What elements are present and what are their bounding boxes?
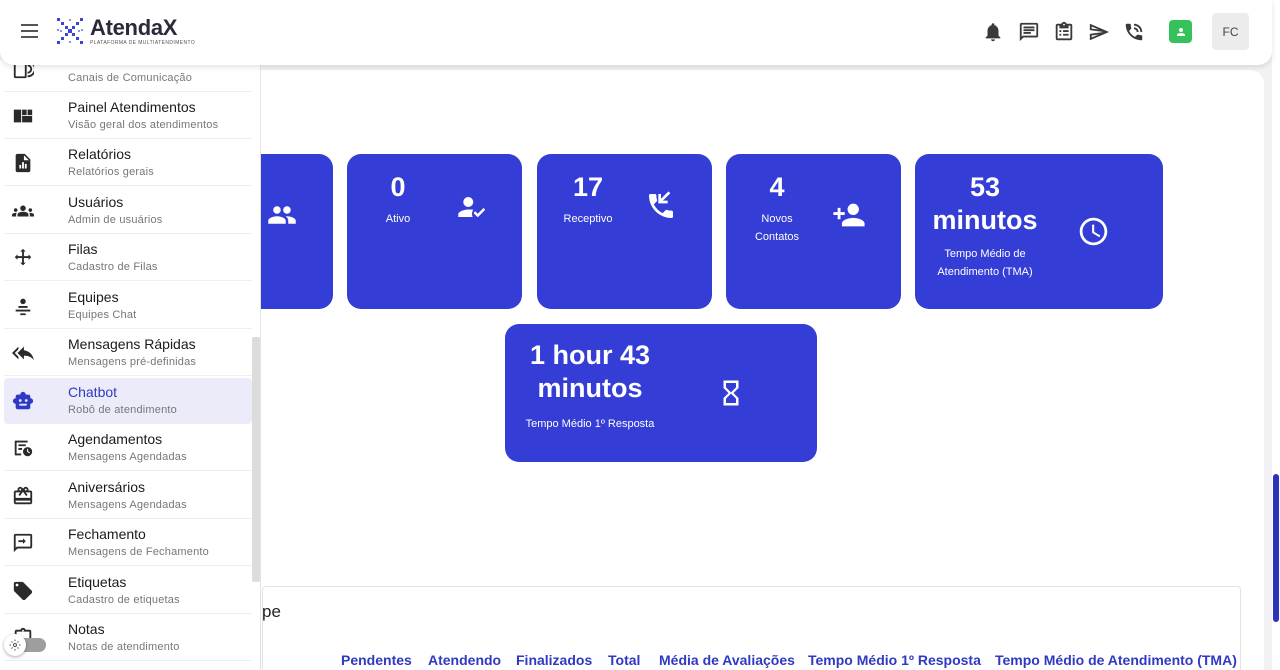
sidebar-item-title: Equipes	[68, 289, 119, 305]
user-avatar[interactable]: FC	[1212, 13, 1249, 50]
dashboard-icon	[12, 105, 34, 127]
sidebar-item-title: Fechamento	[68, 526, 146, 542]
sidebar-item-fechamento[interactable]: Fechamento Mensagens de Fechamento	[4, 520, 252, 566]
sidebar-item-title: Etiquetas	[68, 574, 127, 590]
sidebar-item-chatbot[interactable]: Chatbot Robô de atendimento	[4, 378, 252, 424]
sidebar-item-subtitle: Robô de atendimento	[68, 404, 177, 416]
sidebar-item-title: Aniversários	[68, 479, 146, 495]
brand-name: AtendaX	[90, 14, 178, 40]
card-receptivo-label: Receptivo	[563, 213, 613, 225]
tag-icon	[12, 580, 34, 602]
card-tma-label: Tempo Médio de Atendimento (TMA)	[937, 248, 1033, 278]
sidebar-item-mensagens-rapidas[interactable]: Mensagens Rápidas Mensagens pré-definida…	[4, 330, 252, 376]
brand-logo[interactable]: AtendaX PLATAFORMA DE MULTIATENDIMENTO	[56, 14, 195, 48]
sidebar-scrollbar[interactable]	[252, 337, 260, 582]
reply-all-icon	[12, 342, 34, 364]
card-tma: 53 minutos Tempo Médio de Atendimento (T…	[915, 154, 1163, 309]
bell-icon[interactable]	[982, 21, 1004, 43]
sidebar-item-title: Usuários	[68, 194, 124, 210]
sidebar-item-title: Chatbot	[68, 384, 118, 400]
sidebar: Canais de Comunicação Painel Atendimento…	[0, 60, 261, 670]
sidebar-item-subtitle: Mensagens pré-definidas	[68, 356, 197, 368]
sidebar-item-title: Filas	[68, 241, 98, 257]
sidebar-item-etiquetas[interactable]: Etiquetas Cadastro de etiquetas	[4, 568, 252, 614]
close-message-icon	[12, 532, 34, 554]
phone-call-icon[interactable]	[1123, 21, 1145, 43]
sidebar-item-relatorios[interactable]: Relatórios Relatórios gerais	[4, 140, 252, 186]
sidebar-item-equipes[interactable]: Equipes Equipes Chat	[4, 283, 252, 329]
sidebar-item-filas[interactable]: Filas Cadastro de Filas	[4, 235, 252, 281]
clipboard-icon[interactable]	[1053, 21, 1075, 43]
gift-icon	[12, 485, 34, 507]
person-add-icon	[832, 198, 866, 237]
phone-incoming-icon	[645, 190, 677, 227]
card-primeira-resposta-value: 1 hour 43 minutos	[529, 340, 651, 403]
chat-icon[interactable]	[1018, 21, 1040, 43]
sidebar-item-aniversarios[interactable]: Aniversários Mensagens Agendadas	[4, 473, 252, 519]
theme-toggle[interactable]	[4, 634, 46, 656]
page-scrollbar-thumb[interactable]	[1273, 474, 1279, 622]
sidebar-item-title: Relatórios	[68, 146, 132, 162]
sidebar-item-title: Notas	[68, 621, 105, 637]
sidebar-item-subtitle: Mensagens Agendadas	[68, 499, 187, 511]
card-tma-value: 53 minutos	[932, 172, 1038, 235]
sidebar-item-painel[interactable]: Painel Atendimentos Visão geral dos aten…	[4, 93, 252, 139]
card-ativo: 0 Ativo	[347, 154, 522, 309]
menu-icon[interactable]	[18, 20, 42, 44]
sidebar-item-subtitle: Admin de usuários	[68, 214, 163, 226]
brand-tagline: PLATAFORMA DE MULTIATENDIMENTO	[90, 39, 196, 46]
status-online-icon[interactable]	[1169, 20, 1192, 43]
report-icon	[12, 152, 34, 174]
sidebar-item-subtitle: Canais de Comunicação	[68, 72, 193, 84]
col-header-tma[interactable]: Tempo Médio de Atendimento (TMA)	[995, 652, 1237, 668]
col-header-atendendo[interactable]: Atendendo	[428, 652, 501, 668]
card-primeira-resposta-label: Tempo Médio 1º Resposta	[525, 418, 655, 430]
sidebar-item-title: Mensagens Rápidas	[68, 336, 196, 352]
sidebar-item-subtitle: Equipes Chat	[68, 309, 137, 321]
card-primeira-resposta: 1 hour 43 minutos Tempo Médio 1º Respost…	[505, 324, 817, 462]
send-icon[interactable]	[1088, 21, 1110, 43]
sidebar-item-subtitle: Cadastro de Filas	[68, 261, 158, 273]
card-ativo-value: 0	[390, 172, 406, 202]
sun-icon	[4, 634, 26, 656]
col-header-total[interactable]: Total	[608, 652, 640, 668]
sidebar-item-title: Agendamentos	[68, 431, 163, 447]
sidebar-item-subtitle: Visão geral dos atendimentos	[68, 119, 219, 131]
logo-mark-icon	[57, 18, 83, 44]
robot-icon	[12, 390, 34, 412]
schedule-icon	[12, 437, 34, 459]
col-header-media-avaliacoes[interactable]: Média de Avaliações	[659, 652, 795, 668]
col-header-tempo-medio-resposta[interactable]: Tempo Médio 1º Resposta	[808, 652, 981, 668]
arrows-icon	[12, 247, 34, 269]
clock-icon	[1077, 215, 1110, 253]
card-receptivo-value: 17	[572, 172, 604, 202]
page-scrollbar[interactable]	[1272, 0, 1280, 670]
sidebar-item-agendamentos[interactable]: Agendamentos Mensagens Agendadas	[4, 425, 252, 471]
card-novos-contatos-value: 4	[769, 172, 785, 202]
card-novos-contatos: 4 Novos Contatos	[726, 154, 901, 309]
user-check-icon	[457, 192, 487, 227]
sidebar-item-subtitle: Mensagens Agendadas	[68, 451, 187, 463]
team-icon	[12, 295, 34, 317]
table-section-title: pe	[262, 602, 281, 621]
sidebar-item-usuarios[interactable]: Usuários Admin de usuários	[4, 188, 252, 234]
sidebar-item-subtitle: Cadastro de etiquetas	[68, 594, 180, 606]
sidebar-item-subtitle: Notas de atendimento	[68, 641, 180, 653]
users-icon	[11, 200, 34, 222]
sidebar-item-title: Painel Atendimentos	[68, 99, 196, 115]
col-header-finalizados[interactable]: Finalizados	[516, 652, 592, 668]
card-novos-contatos-label: Novos Contatos	[754, 213, 800, 243]
sidebar-item-subtitle: Mensagens de Fechamento	[68, 546, 209, 558]
group-icon	[267, 200, 297, 235]
top-bar: AtendaX PLATAFORMA DE MULTIATENDIMENTO F…	[0, 0, 1272, 65]
hourglass-icon	[716, 377, 746, 414]
card-receptivo: 17 Receptivo	[537, 154, 712, 309]
sidebar-item-subtitle: Relatórios gerais	[68, 166, 154, 178]
col-header-pendentes[interactable]: Pendentes	[341, 652, 412, 668]
card-ativo-label: Ativo	[385, 213, 411, 225]
